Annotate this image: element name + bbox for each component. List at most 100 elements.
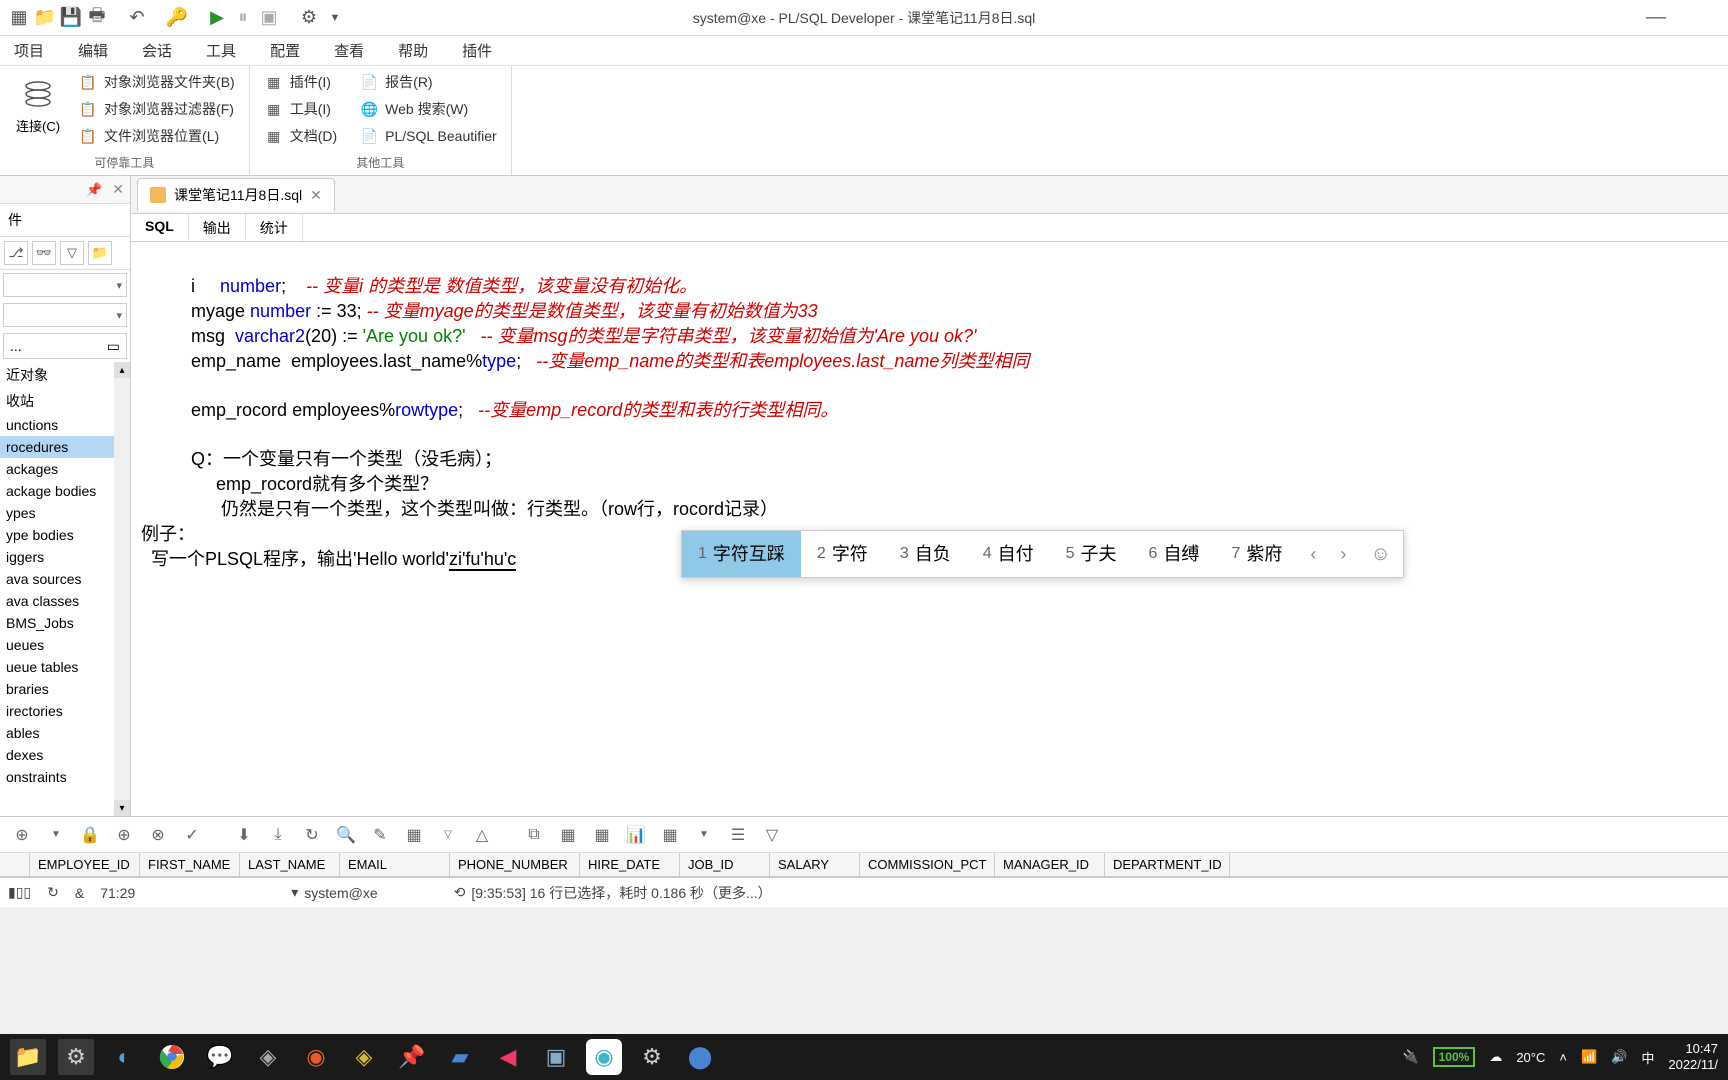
- beautifier-item[interactable]: 📄PL/SQL Beautifier: [355, 124, 501, 148]
- list-icon[interactable]: ☰: [726, 823, 750, 847]
- ime-lang[interactable]: 中: [1641, 1048, 1654, 1067]
- dropdown3-icon[interactable]: ▼: [692, 823, 716, 847]
- undo-icon[interactable]: ↶: [126, 7, 148, 29]
- plugin-item[interactable]: ▦插件(I): [260, 70, 341, 94]
- wifi-icon[interactable]: 📶: [1581, 1049, 1597, 1065]
- pin-icon[interactable]: 📌: [86, 182, 102, 198]
- grid-icon[interactable]: ▦: [402, 823, 426, 847]
- edit-icon[interactable]: ✎: [368, 823, 392, 847]
- folder-new-icon[interactable]: 📁: [88, 241, 112, 265]
- print-icon[interactable]: 🖶: [86, 7, 108, 29]
- ime-candidate[interactable]: 1字符互踩: [682, 531, 801, 577]
- menu-edit[interactable]: 编辑: [72, 36, 114, 65]
- tab-sql[interactable]: SQL: [131, 214, 189, 241]
- web-search-item[interactable]: 🌐Web 搜索(W): [355, 97, 501, 121]
- column-header[interactable]: HIRE_DATE: [580, 853, 680, 876]
- funnel2-icon[interactable]: ▽: [760, 823, 784, 847]
- tree-item[interactable]: ype bodies: [0, 524, 130, 546]
- menu-project[interactable]: 项目: [8, 36, 50, 65]
- ime-candidate[interactable]: 5子夫: [1050, 531, 1133, 577]
- tree-icon[interactable]: ⎇: [4, 241, 28, 265]
- column-header[interactable]: MANAGER_ID: [995, 853, 1105, 876]
- browser-location-item[interactable]: 📋文件浏览器位置(L): [74, 124, 239, 148]
- orange-icon[interactable]: ◉: [298, 1039, 334, 1075]
- tree-item[interactable]: rocedures: [0, 436, 130, 458]
- run-icon[interactable]: ▶: [206, 7, 228, 29]
- column-header[interactable]: PHONE_NUMBER: [450, 853, 580, 876]
- chart-icon[interactable]: 📊: [624, 823, 648, 847]
- window-icon[interactable]: ▣: [538, 1039, 574, 1075]
- layout-icon[interactable]: ▦: [658, 823, 682, 847]
- close-tab-icon[interactable]: ✕: [310, 187, 322, 204]
- tree-item[interactable]: ava sources: [0, 568, 130, 590]
- minimize-button[interactable]: —: [1634, 6, 1678, 29]
- tool-item[interactable]: ▦工具(I): [260, 97, 341, 121]
- ime-prev-icon[interactable]: ‹: [1298, 542, 1328, 566]
- stop-icon[interactable]: ▣: [258, 7, 280, 29]
- lock-icon[interactable]: 🔒: [78, 823, 102, 847]
- report-item[interactable]: 📄报告(R): [355, 70, 501, 94]
- tree-item[interactable]: ackages: [0, 458, 130, 480]
- tree-item[interactable]: ava classes: [0, 590, 130, 612]
- tree-item[interactable]: ables: [0, 722, 130, 744]
- pink-icon[interactable]: ◀: [490, 1039, 526, 1075]
- open-icon[interactable]: 📁: [34, 7, 56, 29]
- filter-dropdown[interactable]: ▾: [3, 303, 127, 327]
- tray-chevron[interactable]: ˄: [1559, 1050, 1567, 1065]
- save-icon[interactable]: 💾: [60, 7, 82, 29]
- edge-icon[interactable]: ◐: [106, 1039, 142, 1075]
- target-icon[interactable]: ⊕: [10, 823, 34, 847]
- tree-item[interactable]: unctions: [0, 414, 130, 436]
- close-panel-icon[interactable]: ✕: [112, 181, 124, 198]
- ime-candidate[interactable]: 6自缚: [1133, 531, 1216, 577]
- menu-help[interactable]: 帮助: [392, 36, 434, 65]
- left-tab[interactable]: 件: [0, 204, 130, 237]
- step-icon[interactable]: ⏸: [232, 7, 254, 29]
- export-icon[interactable]: ▦: [556, 823, 580, 847]
- tree-item[interactable]: ueue tables: [0, 656, 130, 678]
- path-field[interactable]: ...▭: [3, 333, 127, 359]
- key-icon[interactable]: 🔑: [166, 7, 188, 29]
- new-icon[interactable]: ▦: [8, 7, 30, 29]
- fetch-all-icon[interactable]: ⤓: [266, 823, 290, 847]
- triangle-icon[interactable]: △: [470, 823, 494, 847]
- find-icon[interactable]: 🔍: [334, 823, 358, 847]
- gear-task-icon[interactable]: ⚙: [634, 1039, 670, 1075]
- ime-emoji-icon[interactable]: ☺: [1358, 542, 1402, 566]
- cyan-circle-icon[interactable]: ◉: [586, 1039, 622, 1075]
- tree-item[interactable]: BMS_Jobs: [0, 612, 130, 634]
- ime-candidate[interactable]: 2字符: [801, 531, 884, 577]
- menu-view[interactable]: 查看: [328, 36, 370, 65]
- ime-candidate[interactable]: 3自负: [884, 531, 967, 577]
- column-header[interactable]: EMAIL: [340, 853, 450, 876]
- file-explorer-icon[interactable]: 📁: [10, 1039, 46, 1075]
- menu-plugins[interactable]: 插件: [456, 36, 498, 65]
- tree-item[interactable]: ueues: [0, 634, 130, 656]
- scroll-up-icon[interactable]: ▴: [114, 362, 130, 378]
- column-header[interactable]: LAST_NAME: [240, 853, 340, 876]
- cube-icon[interactable]: ◈: [250, 1039, 286, 1075]
- fetch-icon[interactable]: ⬇: [232, 823, 256, 847]
- tree-item[interactable]: dexes: [0, 744, 130, 766]
- yellow-icon[interactable]: ◈: [346, 1039, 382, 1075]
- wechat-icon[interactable]: 💬: [202, 1039, 238, 1075]
- tab-output[interactable]: 输出: [189, 214, 246, 241]
- ime-next-icon[interactable]: ›: [1328, 542, 1358, 566]
- dropdown2-icon[interactable]: ▽: [436, 823, 460, 847]
- clock[interactable]: 10:47 2022/11/: [1668, 1041, 1718, 1073]
- file-tab[interactable]: 课堂笔记11月8日.sql ✕: [137, 178, 335, 211]
- refresh-status-icon[interactable]: ↻: [47, 884, 59, 901]
- column-header[interactable]: SALARY: [770, 853, 860, 876]
- scroll-down-icon[interactable]: ▾: [114, 800, 130, 816]
- blue-app-icon[interactable]: ▰: [442, 1039, 478, 1075]
- tree-item[interactable]: braries: [0, 678, 130, 700]
- add-icon[interactable]: ⊕: [112, 823, 136, 847]
- menu-config[interactable]: 配置: [264, 36, 306, 65]
- settings-icon[interactable]: ⚙: [298, 7, 320, 29]
- connect-button[interactable]: 连接(C): [10, 70, 66, 148]
- tree-item[interactable]: 收站: [0, 388, 130, 414]
- schema-dropdown[interactable]: ▾: [3, 273, 127, 297]
- refresh-icon[interactable]: ↻: [300, 823, 324, 847]
- check-icon[interactable]: ✓: [180, 823, 204, 847]
- column-header[interactable]: JOB_ID: [680, 853, 770, 876]
